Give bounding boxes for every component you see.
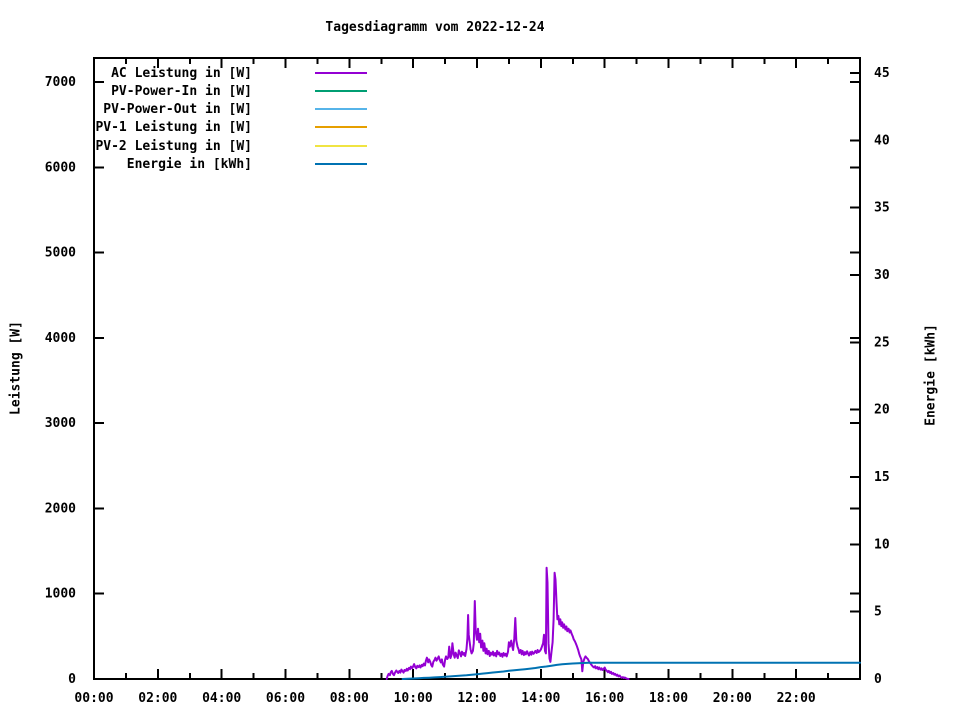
y-left-tick-label: 0	[68, 672, 76, 687]
y-right-tick-label: 0	[874, 672, 882, 687]
x-tick-label: 04:00	[202, 691, 241, 706]
y-right-tick-label: 25	[874, 335, 890, 350]
y-left-tick-label: 5000	[45, 246, 76, 261]
y-right-tick-label: 30	[874, 268, 890, 283]
y-left-tick-label: 3000	[45, 416, 76, 431]
x-tick-label: 00:00	[74, 691, 113, 706]
y-left-tick-label: 6000	[45, 160, 76, 175]
y-left-tick-label: 4000	[45, 331, 76, 346]
y-right-tick-label: 45	[874, 66, 890, 81]
legend-label-pv2: PV-2 Leistung in [W]	[95, 139, 252, 154]
y-right-tick-label: 40	[874, 133, 890, 148]
y-left-tick-label: 2000	[45, 501, 76, 516]
legend-label-pv1: PV-1 Leistung in [W]	[95, 120, 252, 135]
y-right-tick-label: 20	[874, 403, 890, 418]
legend-label-pv_in: PV-Power-In in [W]	[111, 84, 252, 99]
x-tick-label: 14:00	[521, 691, 560, 706]
x-tick-label: 20:00	[713, 691, 752, 706]
y-left-tick-label: 7000	[45, 75, 76, 90]
x-tick-label: 16:00	[585, 691, 624, 706]
series-energie	[401, 661, 861, 680]
y-left-tick-label: 1000	[45, 587, 76, 602]
y-right-tick-label: 15	[874, 470, 890, 485]
y-right-tick-label: 5	[874, 605, 882, 620]
y-right-tick-label: 10	[874, 537, 890, 552]
legend-label-ac: AC Leistung in [W]	[111, 66, 252, 81]
x-tick-label: 06:00	[266, 691, 305, 706]
plot-area: 00:00 02:00 04:00 06:00 08:00 10:00 12:00 14:00…	[45, 57, 890, 706]
legend-label-pv_out: PV-Power-Out in [W]	[103, 102, 252, 117]
y-right-tick-label: 35	[874, 201, 890, 216]
x-tick-label: 10:00	[394, 691, 433, 706]
x-tick-label: 22:00	[777, 691, 816, 706]
x-tick-label: 08:00	[330, 691, 369, 706]
chart-canvas: Tagesdiagramm vom 2022-12-24 Leistung [W…	[0, 0, 960, 720]
legend-label-energie: Energie in [kWh]	[127, 157, 252, 172]
x-tick-label: 02:00	[138, 691, 177, 706]
x-tick-label: 12:00	[457, 691, 496, 706]
x-tick-label: 18:00	[649, 691, 688, 706]
